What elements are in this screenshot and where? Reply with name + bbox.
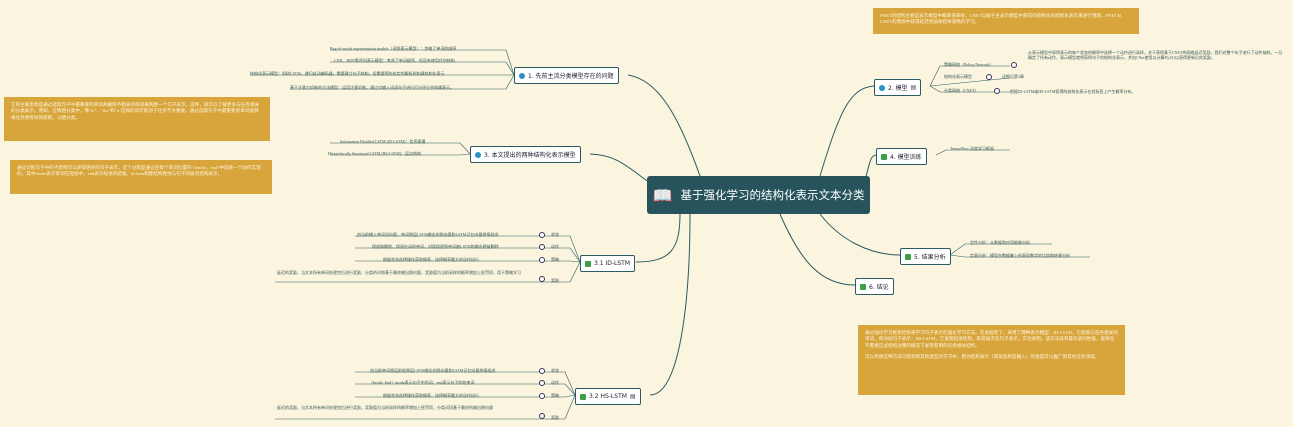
t2-leaf-repr: 结构化表示模型 <box>944 74 972 79</box>
branch-line-1 <box>627 74 701 177</box>
t31-tag-4: 奖励 <box>551 278 559 283</box>
t2-leaf-cnet: 分类网络（CNET） <box>944 88 979 93</box>
t31-tag-1: 状态 <box>551 232 559 237</box>
circle-icon <box>539 380 545 386</box>
circle-icon <box>539 232 545 238</box>
t31-leaf-4: 延迟的奖励，当文本所有单词处理完后进行奖励，分类的词和基于最终输出隐向量，奖励值… <box>277 270 521 275</box>
topic-6[interactable]: 6. 结论 <box>855 278 894 295</box>
t32-tag-3: 策略 <box>551 393 559 398</box>
t32-leaf-1: 由当前单词隐层前前隐层LSTM输出的隐向量和LSTM记忆向量拼接组成 <box>370 368 496 373</box>
root-topic[interactable]: 📖 基于强化学习的结构化表示文本分类 <box>647 176 870 214</box>
topic-4[interactable]: 4. 模型训练 <box>876 148 927 165</box>
t31-leaf-2: 保留和删除，保留在词的单词，对值保留到单词被LSTM的输出将被删除 <box>372 244 499 249</box>
t2-note-text: PNET的结构主要是表示模型中概率值采样，CNET以据于主表示模型中获得的结构化… <box>880 13 1122 25</box>
check-icon <box>905 253 911 260</box>
topic-3-2-label: 3.2 HS-LSTM <box>589 393 627 400</box>
topic-3-1-label: 3.1 ID-LSTM <box>594 260 630 267</box>
t1-leaf-1: Bag-of-words representation models（词袋表示模… <box>330 46 457 51</box>
branch-line-32 <box>649 213 691 396</box>
circle-icon <box>986 74 992 80</box>
circle-icon <box>539 413 545 419</box>
topic-2-label: 2. 模型 <box>888 85 908 92</box>
topic-3[interactable]: 3. 本文提出的两种结构化表示模型 <box>470 146 581 163</box>
topic-3-2[interactable]: 3.2 HS-LSTM ▤ <box>575 388 641 405</box>
note-icon[interactable]: ▤ <box>630 393 636 400</box>
circle-icon <box>1011 62 1017 68</box>
t32-leaf-3: 根据状态选择操作获取概率，选择概率最大的动作执行 <box>383 393 479 398</box>
circle-icon <box>994 88 1000 94</box>
t1-leaf-2: CNN、RNN等序列表示模型：考虑了单词顺序，但没有使用任何结构 <box>334 58 455 63</box>
t32-tag-2: 动作 <box>551 380 559 385</box>
topic-3-label: 3. 本文提出的两种结构化表示模型 <box>484 152 576 159</box>
circle-icon <box>539 368 545 374</box>
topic-2[interactable]: 2. 模型 ▤ <box>874 79 922 96</box>
t3-note-1-text: 它的主要思想是通过选取句子中最重要的单词并删除不相关的单词来构建一个句子表示。这… <box>11 102 260 120</box>
topic-1[interactable]: 1. 先前主流分类模型存在的问题 <box>514 67 619 84</box>
branch-line-31 <box>635 213 681 263</box>
circle-icon <box>539 276 545 282</box>
branch-line-2 <box>819 85 875 177</box>
t2-leaf-cnet-desc: 根据ID-LSTM或HS-LSTM获得的结构化表示在其标签上产生概率分布。 <box>1010 89 1136 94</box>
info-icon <box>519 72 525 79</box>
t1-leaf-3: 结构化表示模型：如树LSTM，递归自动编码器，需要建立句子结构，但需要预先给定的… <box>250 71 445 76</box>
topic-1-label: 1. 先前主流分类模型存在的问题 <box>528 73 614 80</box>
t31-leaf-1: 由当前输入单词词向量，单词隐层LSTM输出的隐向量和LSTM记忆向量拼接组成 <box>357 232 499 237</box>
topic-4-label: 4. 模型训练 <box>890 154 922 161</box>
book-icon: 📖 <box>652 185 673 205</box>
check-icon <box>585 260 591 267</box>
t31-tag-2: 动作 <box>551 244 559 249</box>
t1-leaf-4: 基于注意力机制的方法模型：运用注意机制，通过对输入词语句子进行打分评分并构建表示… <box>290 85 454 90</box>
t32-leaf-4: 延迟的奖励，当文本所有单词处理完后进行奖励，奖励值为当前采样的概率增加上惩罚项，… <box>277 405 493 410</box>
t32-tag-1: 状态 <box>551 368 559 373</box>
t32-tag-4: 奖励 <box>551 415 559 420</box>
t2-leaf-policy: 策略网络（Policy Network） <box>944 62 994 67</box>
t2-leaf-policy-desc: 从表示模型中获得表示的每个状态的概率中选择一个动作进行采样。关于获得基于CNET… <box>1028 50 1283 60</box>
circle-icon <box>539 393 545 399</box>
t6-note-para-2: 可以构想这种方法可能转到其他类型的学习中，用为结构表示（或某些构造输入）的进度可… <box>865 353 1100 359</box>
info-icon <box>475 151 481 158</box>
t5-leaf-1: 定性分析：从数据和应用能够分析 <box>970 240 1030 245</box>
circle-icon <box>539 244 545 250</box>
t31-tag-3: 策略 <box>551 257 559 262</box>
info-icon <box>879 84 885 91</box>
t6-note-para-1: 通过强化学习框架结构来学习句子表示的强化学习方法。在此框架下，采用了两种表示模型… <box>865 330 1118 348</box>
check-icon <box>860 283 866 290</box>
t5-leaf-2: 定量分析：模型在数据集上的表现数字的比较和结果分析 <box>970 253 1070 258</box>
check-icon <box>580 393 586 400</box>
note-icon[interactable]: ▤ <box>911 84 917 91</box>
t3-leaf-2: Hierarchically Structured LSTM (HS-LSTM)… <box>328 151 421 156</box>
t2-note: PNET的结构主要是表示模型中概率值采样，CNET以据于主表示模型中获得的结构化… <box>873 8 1139 34</box>
t3-note-1: 它的主要思想是通过选取句子中最重要的单词并删除不相关的单词来构建一个句子表示。这… <box>4 97 270 141</box>
check-icon <box>881 153 887 160</box>
branch-line-6 <box>779 213 856 286</box>
branch-line-5 <box>819 213 901 256</box>
t4-leaf-1: TensorFlow 深度学习框架 <box>950 146 995 151</box>
t3-note-2: 通过识别句子中的子结构可以获得更好的句子表示，这个过程是通过在每个单词位置的 {… <box>10 160 272 194</box>
topic-6-label: 6. 结论 <box>869 284 889 291</box>
topic-3-1[interactable]: 3.1 ID-LSTM <box>580 255 635 272</box>
root-title: 基于强化学习的结构化表示文本分类 <box>680 188 865 202</box>
t3-note-2-text: 通过识别句子中的子结构可以获得更好的句子表示，这个过程是通过在每个单词位置的 {… <box>17 165 261 177</box>
circle-icon <box>539 257 545 263</box>
topic-5-label: 5. 结果分析 <box>914 254 946 261</box>
t32-leaf-2: {Inside, End}, inside表示句子中的词，end表示句子的结束词 <box>371 380 475 385</box>
mindmap-canvas: 📖 基于强化学习的结构化表示文本分类 1. 先前主流分类模型存在的问题 Bag-… <box>0 0 1293 427</box>
t3-leaf-1: Information Distilled LSTM (ID-LSTM)：信息蒸… <box>340 139 426 144</box>
t31-leaf-3: 根据状态选择操作获取概率，选择概率最大的动作执行 <box>383 257 479 262</box>
topic-5[interactable]: 5. 结果分析 <box>900 248 951 265</box>
t6-note: 通过强化学习框架结构来学习句子表示的强化学习方法。在此框架下，采用了两种表示模型… <box>858 325 1125 395</box>
t2-leaf-repr-desc: 详细见第3章 <box>1002 74 1024 79</box>
